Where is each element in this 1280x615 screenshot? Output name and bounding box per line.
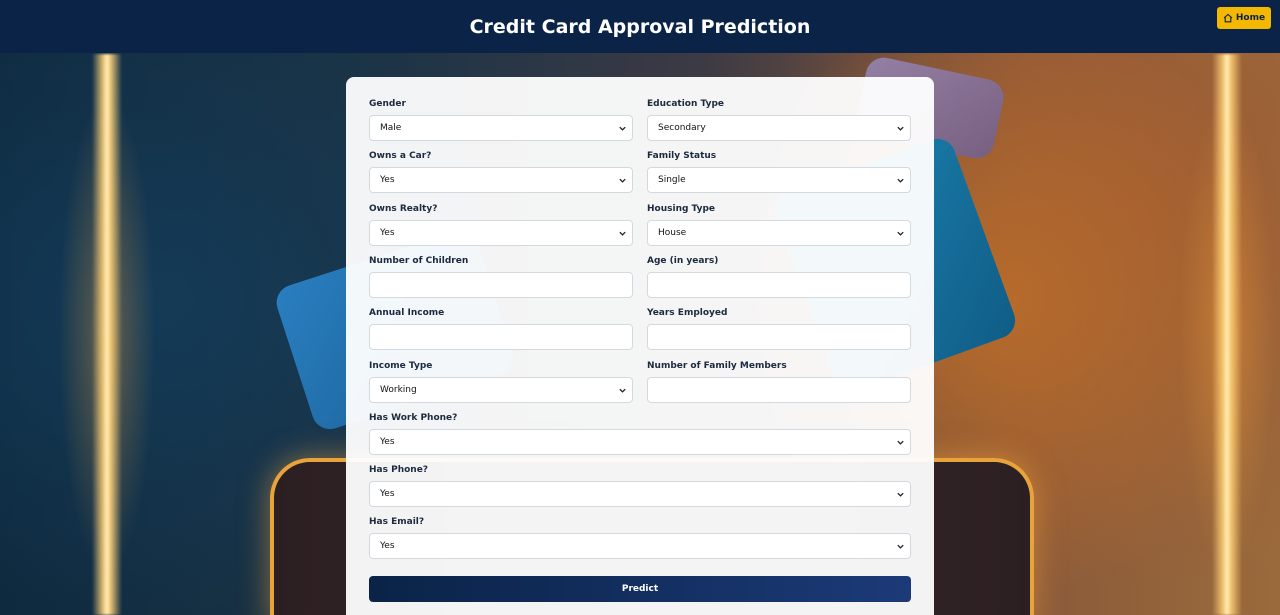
email-field: Has Email? Yes — [369, 517, 911, 559]
top-header: Credit Card Approval Prediction Home — [0, 0, 1280, 53]
chevron-down-icon — [619, 126, 626, 131]
owns-car-label: Owns a Car? — [369, 151, 432, 161]
housing-type-select[interactable]: House — [647, 220, 911, 246]
owns-car-select[interactable]: Yes — [369, 167, 633, 193]
phone-field: Has Phone? Yes — [369, 465, 911, 507]
num-children-field: Number of Children — [369, 256, 633, 298]
light-pillar-left — [92, 54, 122, 615]
family-status-label: Family Status — [647, 151, 717, 161]
num-children-label: Number of Children — [369, 256, 469, 266]
email-label: Has Email? — [369, 517, 425, 527]
owns-realty-select[interactable]: Yes — [369, 220, 633, 246]
family-status-value: Single — [658, 175, 686, 185]
owns-car-field: Owns a Car? Yes — [369, 151, 633, 193]
num-children-input[interactable] — [369, 272, 633, 298]
predict-button-label: Predict — [621, 584, 659, 594]
years-employed-field: Years Employed — [647, 308, 911, 350]
phone-select[interactable]: Yes — [369, 481, 911, 507]
education-type-field: Education Type Secondary — [647, 99, 911, 141]
family-status-select[interactable]: Single — [647, 167, 911, 193]
prediction-form: Gender Male Education Type Secondary Own… — [346, 77, 934, 615]
education-type-label: Education Type — [647, 99, 725, 109]
owns-realty-field: Owns Realty? Yes — [369, 204, 633, 246]
age-input[interactable] — [647, 272, 911, 298]
age-label: Age (in years) — [647, 256, 719, 266]
chevron-down-icon — [619, 231, 626, 236]
chevron-down-icon — [897, 492, 904, 497]
gender-field: Gender Male — [369, 99, 633, 141]
housing-type-field: Housing Type House — [647, 204, 911, 246]
phone-value: Yes — [380, 489, 395, 499]
light-pillar-right — [1212, 54, 1242, 615]
gender-select[interactable]: Male — [369, 115, 633, 141]
chevron-down-icon — [897, 544, 904, 549]
chevron-down-icon — [897, 231, 904, 236]
owns-realty-label: Owns Realty? — [369, 204, 438, 214]
annual-income-field: Annual Income — [369, 308, 633, 350]
owns-realty-value: Yes — [380, 228, 395, 238]
work-phone-select[interactable]: Yes — [369, 429, 911, 455]
chevron-down-icon — [619, 178, 626, 183]
work-phone-label: Has Work Phone? — [369, 413, 458, 423]
chevron-down-icon — [619, 388, 626, 393]
annual-income-input[interactable] — [369, 324, 633, 350]
income-type-label: Income Type — [369, 361, 433, 371]
education-type-value: Secondary — [658, 123, 706, 133]
gender-label: Gender — [369, 99, 406, 109]
family-members-input[interactable] — [647, 377, 911, 403]
email-select[interactable]: Yes — [369, 533, 911, 559]
home-button[interactable]: Home — [1217, 7, 1271, 29]
income-type-value: Working — [380, 385, 417, 395]
education-type-select[interactable]: Secondary — [647, 115, 911, 141]
home-button-label: Home — [1235, 13, 1266, 23]
gender-value: Male — [380, 123, 402, 133]
years-employed-label: Years Employed — [647, 308, 728, 318]
phone-label: Has Phone? — [369, 465, 429, 475]
family-members-label: Number of Family Members — [647, 361, 787, 371]
work-phone-value: Yes — [380, 437, 395, 447]
work-phone-field: Has Work Phone? Yes — [369, 413, 911, 455]
annual-income-label: Annual Income — [369, 308, 445, 318]
chevron-down-icon — [897, 440, 904, 445]
housing-type-value: House — [658, 228, 687, 238]
years-employed-input[interactable] — [647, 324, 911, 350]
income-type-select[interactable]: Working — [369, 377, 633, 403]
family-members-field: Number of Family Members — [647, 361, 911, 403]
chevron-down-icon — [897, 126, 904, 131]
chevron-down-icon — [897, 178, 904, 183]
income-type-field: Income Type Working — [369, 361, 633, 403]
page-title: Credit Card Approval Prediction — [469, 15, 811, 38]
owns-car-value: Yes — [380, 175, 395, 185]
predict-button[interactable]: Predict — [369, 576, 911, 602]
email-value: Yes — [380, 541, 395, 551]
housing-type-label: Housing Type — [647, 204, 716, 214]
home-icon — [1223, 13, 1233, 23]
age-field: Age (in years) — [647, 256, 911, 298]
family-status-field: Family Status Single — [647, 151, 911, 193]
